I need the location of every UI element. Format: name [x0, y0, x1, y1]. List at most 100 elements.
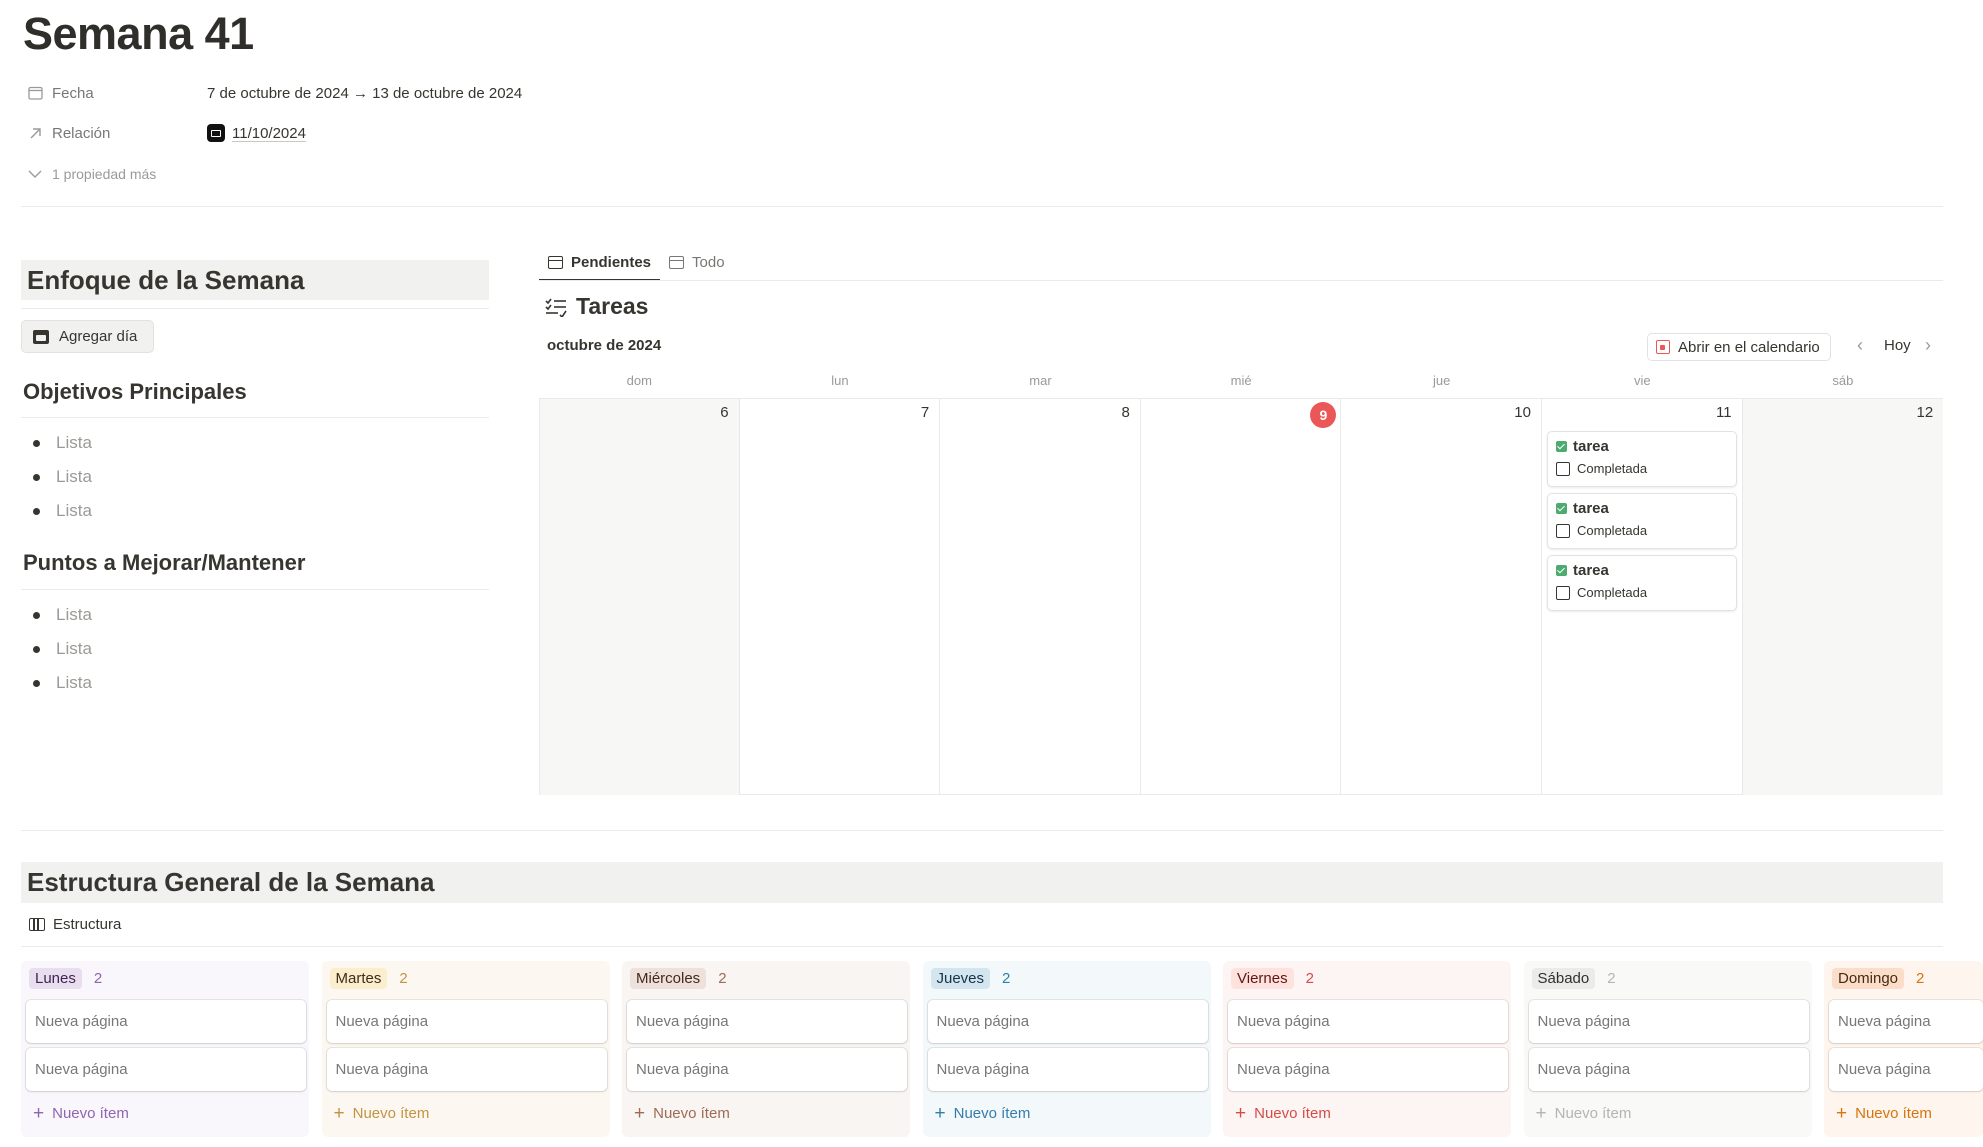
board-card[interactable]: Nueva página — [927, 1000, 1208, 1043]
board-card[interactable]: Nueva página — [627, 1048, 907, 1091]
new-item-label: Nuevo ítem — [52, 1105, 129, 1122]
task-card[interactable]: tarea Completada — [1547, 493, 1737, 549]
relation-value[interactable]: 11/10/2024 — [207, 124, 306, 142]
calendar-day-cell[interactable]: 9 — [1141, 399, 1342, 795]
objetivos-heading[interactable]: Objetivos Principales — [23, 379, 247, 405]
board-card[interactable]: Nueva página — [1829, 1000, 1983, 1043]
calendar-day-cell[interactable]: 7 — [740, 399, 941, 795]
board-card[interactable]: Nueva página — [1829, 1048, 1983, 1091]
page-title[interactable]: Semana 41 — [23, 8, 254, 60]
board-card[interactable]: Nueva página — [26, 1000, 306, 1043]
task-property: Completada — [1556, 461, 1647, 476]
calendar-icon — [669, 255, 685, 269]
heading-divider — [21, 308, 489, 309]
board-card[interactable]: Nueva página — [326, 1048, 607, 1091]
add-day-button[interactable]: Agregar día — [21, 320, 154, 353]
new-item-button[interactable]: + Nuevo ítem — [1235, 1104, 1331, 1123]
chevron-left-icon[interactable]: ‹ — [1857, 335, 1863, 356]
column-tag: Jueves — [930, 968, 991, 989]
task-title-text: tarea — [1573, 562, 1609, 579]
plus-icon: + — [1535, 1103, 1547, 1124]
new-item-button[interactable]: + Nuevo ítem — [334, 1104, 430, 1123]
calendar-day-cell[interactable]: 11 tarea Completada tarea Completada tarea Com… — [1542, 399, 1743, 795]
completed-checkbox[interactable] — [1556, 585, 1570, 600]
tab-estructura[interactable]: Estructura — [29, 916, 121, 933]
list-item[interactable]: Lista — [31, 494, 92, 528]
relation-link[interactable]: 11/10/2024 — [232, 125, 306, 142]
board-card[interactable]: Nueva página — [927, 1048, 1208, 1091]
column-header[interactable]: Lunes 2 — [29, 968, 102, 989]
calendar-day-cell[interactable]: 10 — [1341, 399, 1542, 795]
plus-icon: + — [333, 1103, 345, 1124]
task-title-text: tarea — [1573, 500, 1609, 517]
estructura-heading[interactable]: Estructura General de la Semana — [21, 862, 1943, 903]
open-in-calendar-button[interactable]: Abrir en el calendario — [1647, 333, 1831, 361]
column-header[interactable]: Jueves 2 — [930, 968, 1010, 989]
board-card[interactable]: Nueva página — [1528, 1000, 1809, 1043]
new-item-button[interactable]: + Nuevo ítem — [634, 1104, 730, 1123]
new-item-label: Nuevo ítem — [653, 1105, 730, 1122]
new-item-button[interactable]: + Nuevo ítem — [935, 1104, 1031, 1123]
task-property-label: Completada — [1577, 523, 1648, 538]
completed-checkbox[interactable] — [1556, 523, 1570, 538]
chevron-down-icon — [26, 165, 44, 183]
list-item[interactable]: Lista — [31, 666, 92, 700]
list-item[interactable]: Lista — [31, 598, 92, 632]
task-property: Completada — [1556, 585, 1647, 600]
board-column-7: Domingo 2 Nueva página Nueva página + Nuevo í… — [1824, 961, 1983, 1137]
column-count: 2 — [93, 970, 103, 987]
board-card[interactable]: Nueva página — [1528, 1048, 1809, 1091]
calendar-day-cell[interactable]: 6 — [539, 399, 740, 795]
task-card[interactable]: tarea Completada — [1547, 555, 1737, 611]
list-item[interactable]: Lista — [31, 632, 92, 666]
puntos-heading[interactable]: Puntos a Mejorar/Mantener — [23, 550, 305, 576]
calendar-day-cell[interactable]: 8 — [940, 399, 1141, 795]
property-label[interactable]: Fecha — [52, 85, 207, 102]
today-button[interactable]: Hoy — [1884, 337, 1911, 354]
properties-divider — [21, 206, 1943, 207]
plus-icon: + — [634, 1103, 646, 1124]
heading-divider — [21, 589, 489, 590]
board-card[interactable]: Nueva página — [1228, 1048, 1508, 1091]
column-header[interactable]: Viernes 2 — [1231, 968, 1314, 989]
database-title[interactable]: Tareas — [545, 293, 648, 320]
board-card[interactable]: Nueva página — [627, 1000, 907, 1043]
weekday-label: mar — [1029, 373, 1052, 388]
open-calendar-label: Abrir en el calendario — [1678, 338, 1820, 356]
task-card[interactable]: tarea Completada — [1547, 431, 1737, 487]
weekday-label: mié — [1230, 373, 1252, 388]
calendar-day-cell[interactable]: 12 — [1742, 399, 1944, 795]
calendar-grid: 6 7 8 9 10 11 tarea Completada tarea Completada ta… — [539, 398, 1944, 795]
view-tabs: Pendientes Todo — [539, 245, 734, 281]
column-header[interactable]: Miércoles 2 — [630, 968, 727, 989]
tab-todo[interactable]: Todo — [660, 245, 734, 279]
chevron-right-icon[interactable]: › — [1925, 335, 1931, 356]
add-day-label: Agregar día — [59, 328, 138, 345]
new-item-button[interactable]: + Nuevo ítem — [1836, 1104, 1932, 1123]
list-item[interactable]: Lista — [31, 460, 92, 494]
list-item[interactable]: Lista — [31, 426, 92, 460]
enfoque-heading[interactable]: Enfoque de la Semana — [21, 260, 489, 300]
column-header[interactable]: Sábado 2 — [1531, 968, 1616, 989]
board-column-5: Viernes 2 Nueva página Nueva página + Nuevo í… — [1223, 961, 1511, 1137]
property-label[interactable]: Relación — [52, 125, 207, 142]
date-range-value[interactable]: 7 de octubre de 2024 → 13 de octubre de … — [207, 85, 522, 102]
more-properties-toggle[interactable]: 1 propiedad más — [26, 160, 156, 188]
board-card[interactable]: Nueva página — [326, 1000, 607, 1043]
new-item-label: Nuevo ítem — [1855, 1105, 1932, 1122]
new-item-button[interactable]: + Nuevo ítem — [33, 1104, 129, 1123]
column-header[interactable]: Martes 2 — [329, 968, 408, 989]
tab-pendientes[interactable]: Pendientes — [539, 245, 661, 281]
task-title: tarea — [1556, 500, 1609, 517]
column-header[interactable]: Domingo 2 — [1832, 968, 1924, 989]
new-item-label: Nuevo ítem — [1254, 1105, 1331, 1122]
task-title-text: tarea — [1573, 438, 1609, 455]
day-number: 10 — [1514, 404, 1531, 421]
day-number: 8 — [1121, 404, 1130, 421]
column-tag: Sábado — [1531, 968, 1596, 989]
completed-checkbox[interactable] — [1556, 461, 1570, 476]
new-item-button[interactable]: + Nuevo ítem — [1536, 1104, 1632, 1123]
board-card[interactable]: Nueva página — [26, 1048, 306, 1091]
board-card[interactable]: Nueva página — [1228, 1000, 1508, 1043]
puntos-list: Lista Lista Lista — [31, 598, 92, 700]
